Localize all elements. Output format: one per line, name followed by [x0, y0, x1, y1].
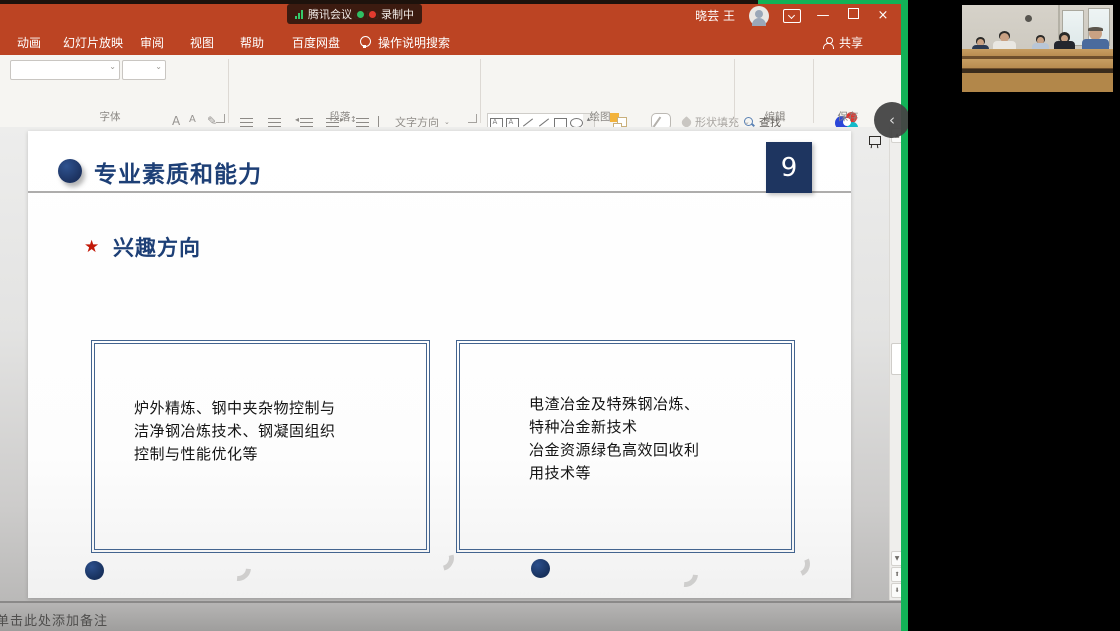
meeting-app-name: 腾讯会议: [308, 6, 352, 22]
meeting-video-feed: [962, 5, 1113, 92]
title-bullet-dot: [58, 159, 82, 183]
content-box-left-text[interactable]: 炉外精炼、钢中夹杂物控制与 洁净钢冶炼技术、钢凝固组织 控制与性能优化等: [134, 397, 336, 466]
content-box-right[interactable]: 电渣冶金及特殊钢冶炼、 特种冶金新技术 冶金资源绿色高效回收利 用技术等: [456, 340, 795, 553]
shared-screen-region: PowerPoint 腾讯会议 录制中 晓芸 王 — × 动画 幻灯片放映 审阅…: [0, 0, 908, 631]
slide-title[interactable]: 专业素质和能力: [94, 155, 262, 189]
desk-row: [962, 59, 1113, 69]
editing-group-label: 编辑: [735, 109, 815, 124]
projector-icon: [869, 136, 881, 145]
save-group-label: 保存: [818, 109, 878, 124]
user-name: 晓芸 王: [695, 7, 735, 24]
shrink-font-button[interactable]: A: [189, 114, 196, 125]
decorative-crescent: [220, 550, 257, 587]
notes-pane[interactable]: 单击此处添加备注: [0, 601, 901, 631]
decorative-dot-left: [85, 561, 104, 580]
tab-animations[interactable]: 动画: [17, 34, 41, 51]
editing-area: 专业素质和能力 9 ★ 兴趣方向 炉外精炼、钢中夹杂物控制与 洁净钢冶炼技术、钢…: [0, 127, 901, 631]
person-icon: [823, 37, 834, 48]
meeting-panel-collapse-button[interactable]: ‹: [874, 102, 908, 138]
recording-dot-icon: [369, 11, 376, 18]
tab-baidu-netdisk[interactable]: 百度网盘: [292, 34, 340, 51]
page-number-badge[interactable]: 9: [766, 142, 812, 193]
wall-clock: [1025, 15, 1032, 22]
ribbon-tab-bar: 动画 幻灯片放映 审阅 视图 帮助 百度网盘 操作说明搜索 共享: [0, 27, 901, 55]
content-box-right-text[interactable]: 电渣冶金及特殊钢冶炼、 特种冶金新技术 冶金资源绿色高效回收利 用技术等: [529, 393, 700, 485]
tell-me-search[interactable]: 操作说明搜索: [378, 34, 450, 51]
title-divider-line: [28, 191, 851, 193]
font-name-combo[interactable]: [10, 60, 120, 80]
avatar[interactable]: [749, 6, 769, 26]
content-box-left[interactable]: 炉外精炼、钢中夹杂物控制与 洁净钢冶炼技术、钢凝固组织 控制与性能优化等: [91, 340, 430, 553]
bullets-button[interactable]: [240, 118, 253, 127]
font-size-combo[interactable]: [122, 60, 166, 80]
maximize-button[interactable]: [845, 4, 861, 27]
ribbon-display-options-icon[interactable]: [783, 9, 801, 23]
lightbulb-icon: [360, 36, 371, 47]
ribbon: A A ✎ B I U S abc AV Aa ✏ A 字体 ◂ ▸ ↕ 文字方…: [0, 55, 901, 128]
meeting-status-pill: 腾讯会议 录制中: [287, 4, 422, 24]
tab-view[interactable]: 视图: [190, 34, 214, 51]
notes-placeholder[interactable]: 单击此处添加备注: [0, 610, 108, 629]
share-button[interactable]: 共享: [823, 34, 863, 51]
audio-status-icon: [357, 11, 364, 18]
tab-help[interactable]: 帮助: [240, 34, 264, 51]
star-bullet-icon: ★: [84, 237, 99, 257]
share-border-top: [758, 0, 908, 4]
maximize-icon: [848, 8, 859, 19]
grow-font-button[interactable]: A: [172, 114, 180, 128]
drawing-group-label: 绘图: [560, 109, 640, 124]
slide-canvas[interactable]: 专业素质和能力 9 ★ 兴趣方向 炉外精炼、钢中夹杂物控制与 洁净钢冶炼技术、钢…: [28, 131, 851, 598]
slide-subtitle[interactable]: 兴趣方向: [113, 232, 201, 262]
decorative-crescent: [667, 556, 704, 593]
numbering-button[interactable]: [268, 118, 281, 127]
share-border-right: [901, 0, 908, 631]
title-bar: PowerPoint 腾讯会议 录制中 晓芸 王 — ×: [0, 4, 901, 27]
font-group-label: 字体: [60, 109, 160, 124]
meeting-video-panel: [908, 0, 1120, 631]
desk-row: [962, 49, 1113, 57]
minimize-button[interactable]: —: [815, 4, 831, 27]
paragraph-group-label: 段落: [290, 109, 390, 124]
network-signal-icon: [295, 10, 303, 19]
tab-slideshow[interactable]: 幻灯片放映: [63, 34, 123, 51]
close-button[interactable]: ×: [875, 4, 891, 27]
decorative-dot-right: [531, 559, 550, 578]
recording-label: 录制中: [381, 6, 414, 22]
paragraph-dialog-launcher[interactable]: [468, 114, 477, 123]
front-desk: [962, 69, 1113, 92]
font-dialog-launcher[interactable]: [216, 114, 225, 123]
tab-review[interactable]: 审阅: [140, 34, 164, 51]
